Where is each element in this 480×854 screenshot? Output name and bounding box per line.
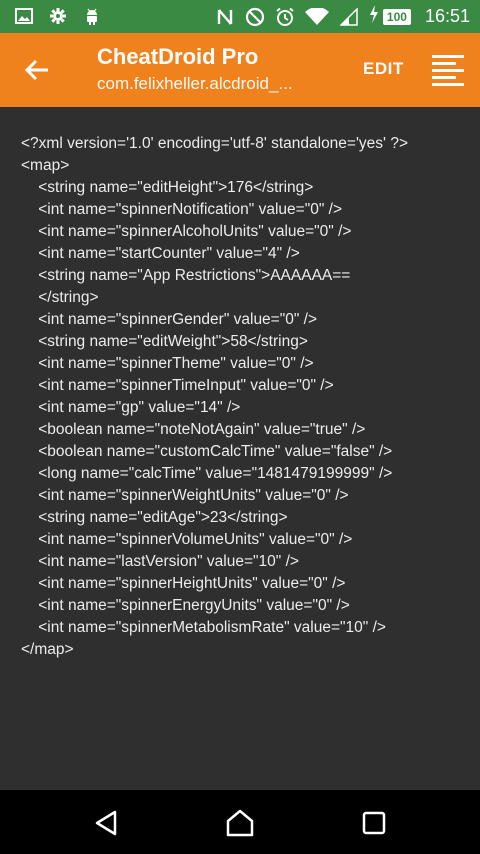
xml-line: </map> xyxy=(21,641,74,658)
nfc-icon xyxy=(215,7,235,27)
xml-line: <int name="gp" value="14" /> xyxy=(21,399,241,416)
xml-line: <int name="spinnerHeightUnits" value="0"… xyxy=(21,575,346,592)
back-icon[interactable] xyxy=(91,808,121,838)
xml-line: <int name="spinnerTimeInput" value="0" /… xyxy=(21,377,334,394)
xml-line: <int name="spinnerMetabolismRate" value=… xyxy=(21,619,386,636)
xml-line: <int name="spinnerAlcoholUnits" value="0… xyxy=(21,223,352,240)
home-icon[interactable] xyxy=(225,808,255,838)
status-bar-system: 100 16:51 xyxy=(215,5,470,28)
xml-line: <boolean name="noteNotAgain" value="true… xyxy=(21,421,366,438)
xml-line: <int name="startCounter" value="4" /> xyxy=(21,245,300,262)
status-bar-notifications xyxy=(14,6,102,26)
xml-line: <string name="editHeight">176</string> xyxy=(21,179,314,196)
app-bar: CheatDroid Pro com.felixheller.alcdroid_… xyxy=(0,33,480,107)
xml-text: <?xml version='1.0' encoding='utf-8' sta… xyxy=(21,133,480,661)
xml-line: <string name="editWeight">58</string> xyxy=(21,333,308,350)
xml-line: <map> xyxy=(21,157,70,174)
battery-indicator: 100 xyxy=(369,5,411,28)
clock: 16:51 xyxy=(424,6,470,26)
xml-line: <?xml version='1.0' encoding='utf-8' sta… xyxy=(21,135,408,152)
wifi-icon xyxy=(304,7,329,27)
charging-icon xyxy=(369,5,379,28)
recents-icon[interactable] xyxy=(359,808,389,838)
xml-line: <int name="spinnerVolumeUnits" value="0"… xyxy=(21,531,353,548)
xml-line: <string name="editAge">23</string> xyxy=(21,509,288,526)
xml-line: </string> xyxy=(21,289,99,306)
xml-line: <string name="App Restrictions">AAAAAA== xyxy=(21,267,351,284)
file-content-view[interactable]: <?xml version='1.0' encoding='utf-8' sta… xyxy=(0,107,480,790)
android-icon xyxy=(82,6,102,26)
settings-gear-icon xyxy=(48,6,68,26)
xml-line: <int name="spinnerWeightUnits" value="0"… xyxy=(21,487,349,504)
text-menu-icon[interactable] xyxy=(430,51,466,87)
xml-line: <int name="spinnerTheme" value="0" /> xyxy=(21,355,314,372)
xml-line: <long name="calcTime" value="14814791999… xyxy=(21,465,393,482)
signal-icon xyxy=(339,7,359,27)
page-subtitle: com.felixheller.alcdroid_... xyxy=(97,74,293,93)
app-bar-titles: CheatDroid Pro com.felixheller.alcdroid_… xyxy=(97,43,347,97)
edit-button[interactable]: EDIT xyxy=(363,59,404,79)
xml-line: <int name="lastVersion" value="10" /> xyxy=(21,553,299,570)
alarm-icon xyxy=(275,7,295,27)
back-arrow-icon[interactable] xyxy=(22,55,52,85)
xml-line: <int name="spinnerEnergyUnits" value="0"… xyxy=(21,597,350,614)
status-bar: 100 16:51 xyxy=(0,0,480,33)
battery-level: 100 xyxy=(382,8,411,25)
navigation-bar xyxy=(0,790,480,854)
image-icon xyxy=(14,6,34,26)
xml-line: <boolean name="customCalcTime" value="fa… xyxy=(21,443,393,460)
do-not-disturb-icon xyxy=(245,7,265,27)
xml-line: <int name="spinnerGender" value="0" /> xyxy=(21,311,318,328)
xml-line: <int name="spinnerNotification" value="0… xyxy=(21,201,342,218)
page-title: CheatDroid Pro xyxy=(97,44,259,69)
